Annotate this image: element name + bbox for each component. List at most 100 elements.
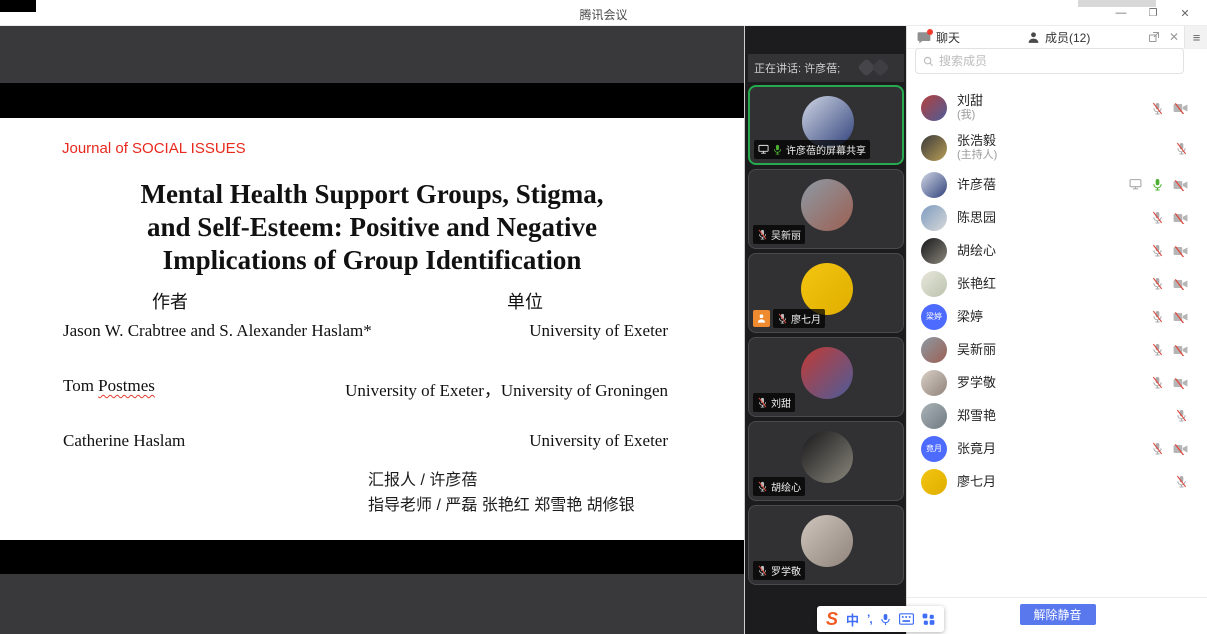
ime-punctuation-icon[interactable]: ’,	[867, 612, 872, 626]
sogou-logo-icon[interactable]: S	[826, 610, 838, 628]
popout-icon[interactable]	[1144, 26, 1164, 48]
video-tile[interactable]: 许彦蓓的屏幕共享	[748, 85, 904, 165]
mic-muted-icon	[1175, 142, 1188, 155]
tile-name-chip: 廖七月	[773, 309, 825, 328]
panel-close-icon[interactable]: ✕	[1164, 26, 1184, 48]
member-row[interactable]: 张艳红	[907, 267, 1207, 300]
member-name: 许彦蓓	[957, 178, 996, 192]
member-status-icons	[1151, 277, 1188, 290]
tile-name-chip: 胡绘心	[753, 477, 805, 496]
tile-name-chip: 许彦蓓的屏幕共享	[754, 140, 870, 159]
member-avatar	[921, 205, 947, 231]
member-name: 刘甜	[957, 94, 983, 108]
video-tile[interactable]: 廖七月	[748, 253, 904, 333]
member-name-block: 吴新丽	[957, 343, 996, 357]
member-name-block: 胡绘心	[957, 244, 996, 258]
member-name-block: 罗学敬	[957, 376, 996, 390]
author-column-header: 作者	[152, 288, 188, 314]
member-name-block: 张浩毅(主持人)	[957, 134, 997, 162]
member-row[interactable]: 刘甜(我)	[907, 88, 1207, 128]
member-name-block: 张艳红	[957, 277, 996, 291]
member-avatar	[921, 172, 947, 198]
member-search-box[interactable]	[915, 48, 1184, 74]
affiliation-column-header: 单位	[507, 288, 543, 314]
hand-raised-icon	[753, 310, 770, 327]
participant-avatar	[801, 179, 853, 231]
member-row[interactable]: 梁婷梁婷	[907, 300, 1207, 333]
unmute-button[interactable]: 解除静音	[1020, 604, 1096, 625]
member-avatar	[921, 370, 947, 396]
member-avatar	[921, 271, 947, 297]
tab-members-label: 成员(12)	[1045, 29, 1090, 46]
camera-off-icon	[1173, 344, 1188, 356]
ime-keyboard-icon[interactable]	[899, 613, 914, 625]
tab-chat[interactable]: 聊天	[907, 26, 1017, 48]
member-row[interactable]: 廖七月	[907, 465, 1207, 498]
mic-on-icon	[1151, 178, 1164, 191]
member-name: 吴新丽	[957, 343, 996, 357]
tile-status-chips: 许彦蓓的屏幕共享	[754, 140, 870, 159]
member-role-label: (主持人)	[957, 148, 997, 162]
member-avatar	[921, 469, 947, 495]
member-row[interactable]: 吴新丽	[907, 333, 1207, 366]
member-avatar	[921, 403, 947, 429]
member-name: 胡绘心	[957, 244, 996, 258]
member-status-icons	[1129, 178, 1188, 191]
member-row[interactable]: 许彦蓓	[907, 168, 1207, 201]
camera-off-icon	[1173, 245, 1188, 257]
paper-title-line1: Mental Health Support Groups, Stigma,	[0, 178, 744, 211]
video-tile[interactable]: 罗学敬	[748, 505, 904, 585]
tile-participant-label: 罗学敬	[771, 563, 801, 578]
video-tile[interactable]: 吴新丽	[748, 169, 904, 249]
member-name: 陈思园	[957, 211, 996, 225]
member-name: 廖七月	[957, 475, 996, 489]
mic-muted-icon	[1151, 442, 1164, 455]
video-tiles: 许彦蓓的屏幕共享吴新丽廖七月刘甜胡绘心罗学敬	[748, 85, 904, 589]
ime-toolbar[interactable]: S 中 ’,	[817, 606, 944, 632]
video-tile[interactable]: 胡绘心	[748, 421, 904, 501]
background-window-artifact	[0, 0, 36, 12]
camera-off-icon	[1173, 212, 1188, 224]
member-row[interactable]: 罗学敬	[907, 366, 1207, 399]
tile-status-chips: 胡绘心	[753, 477, 805, 496]
ime-grid-icon[interactable]	[922, 613, 935, 626]
camera-off-icon	[1173, 102, 1188, 114]
ime-mic-icon[interactable]	[880, 613, 891, 626]
member-row[interactable]: 张浩毅(主持人)	[907, 128, 1207, 168]
author-row: Catherine HaslamUniversity of Exeter	[63, 431, 668, 451]
panel-menu-icon[interactable]: ≡	[1184, 26, 1207, 48]
tile-status-chips: 廖七月	[753, 309, 825, 328]
member-status-icons	[1151, 310, 1188, 323]
member-row[interactable]: 竟月张竟月	[907, 432, 1207, 465]
member-avatar: 梁婷	[921, 304, 947, 330]
video-tile[interactable]: 刘甜	[748, 337, 904, 417]
member-row[interactable]: 郑雪艳	[907, 399, 1207, 432]
participant-avatar	[801, 347, 853, 399]
member-status-icons	[1151, 244, 1188, 257]
mic-muted-icon	[757, 397, 768, 408]
shared-screen-area: Journal of SOCIAL ISSUES Mental Health S…	[0, 26, 744, 634]
tab-members[interactable]: 成员(12)	[1017, 26, 1137, 48]
mic-muted-icon	[1151, 277, 1164, 290]
meeting-watermark-icon	[852, 58, 898, 78]
journal-name: Journal of SOCIAL ISSUES	[62, 140, 246, 157]
member-row[interactable]: 胡绘心	[907, 234, 1207, 267]
tile-participant-label: 刘甜	[771, 395, 791, 410]
tile-name-chip: 吴新丽	[753, 225, 805, 244]
presenter-line: 汇报人 / 许彦蓓	[368, 468, 635, 493]
slide-letterbox-top	[0, 83, 744, 118]
mic-on-icon	[772, 144, 783, 155]
member-row[interactable]: 陈思园	[907, 201, 1207, 234]
member-list: 刘甜(我)张浩毅(主持人)许彦蓓陈思园胡绘心张艳红梁婷梁婷吴新丽罗学敬郑雪艳竟月…	[907, 84, 1207, 498]
member-role-label: (我)	[957, 108, 983, 122]
ime-language-toggle[interactable]: 中	[846, 610, 859, 629]
close-button[interactable]: ✕	[1171, 3, 1199, 23]
mic-muted-icon	[1151, 244, 1164, 257]
camera-off-icon	[1173, 179, 1188, 191]
video-thumbnail-strip: 正在讲话: 许彦蓓; 许彦蓓的屏幕共享吴新丽廖七月刘甜胡绘心罗学敬	[744, 26, 906, 634]
member-avatar: 竟月	[921, 436, 947, 462]
chat-icon	[917, 31, 931, 44]
member-search-input[interactable]	[939, 54, 1176, 68]
slide-letterbox-bottom	[0, 540, 744, 574]
window-titlebar: 腾讯会议 — ❐ ✕	[0, 0, 1207, 26]
